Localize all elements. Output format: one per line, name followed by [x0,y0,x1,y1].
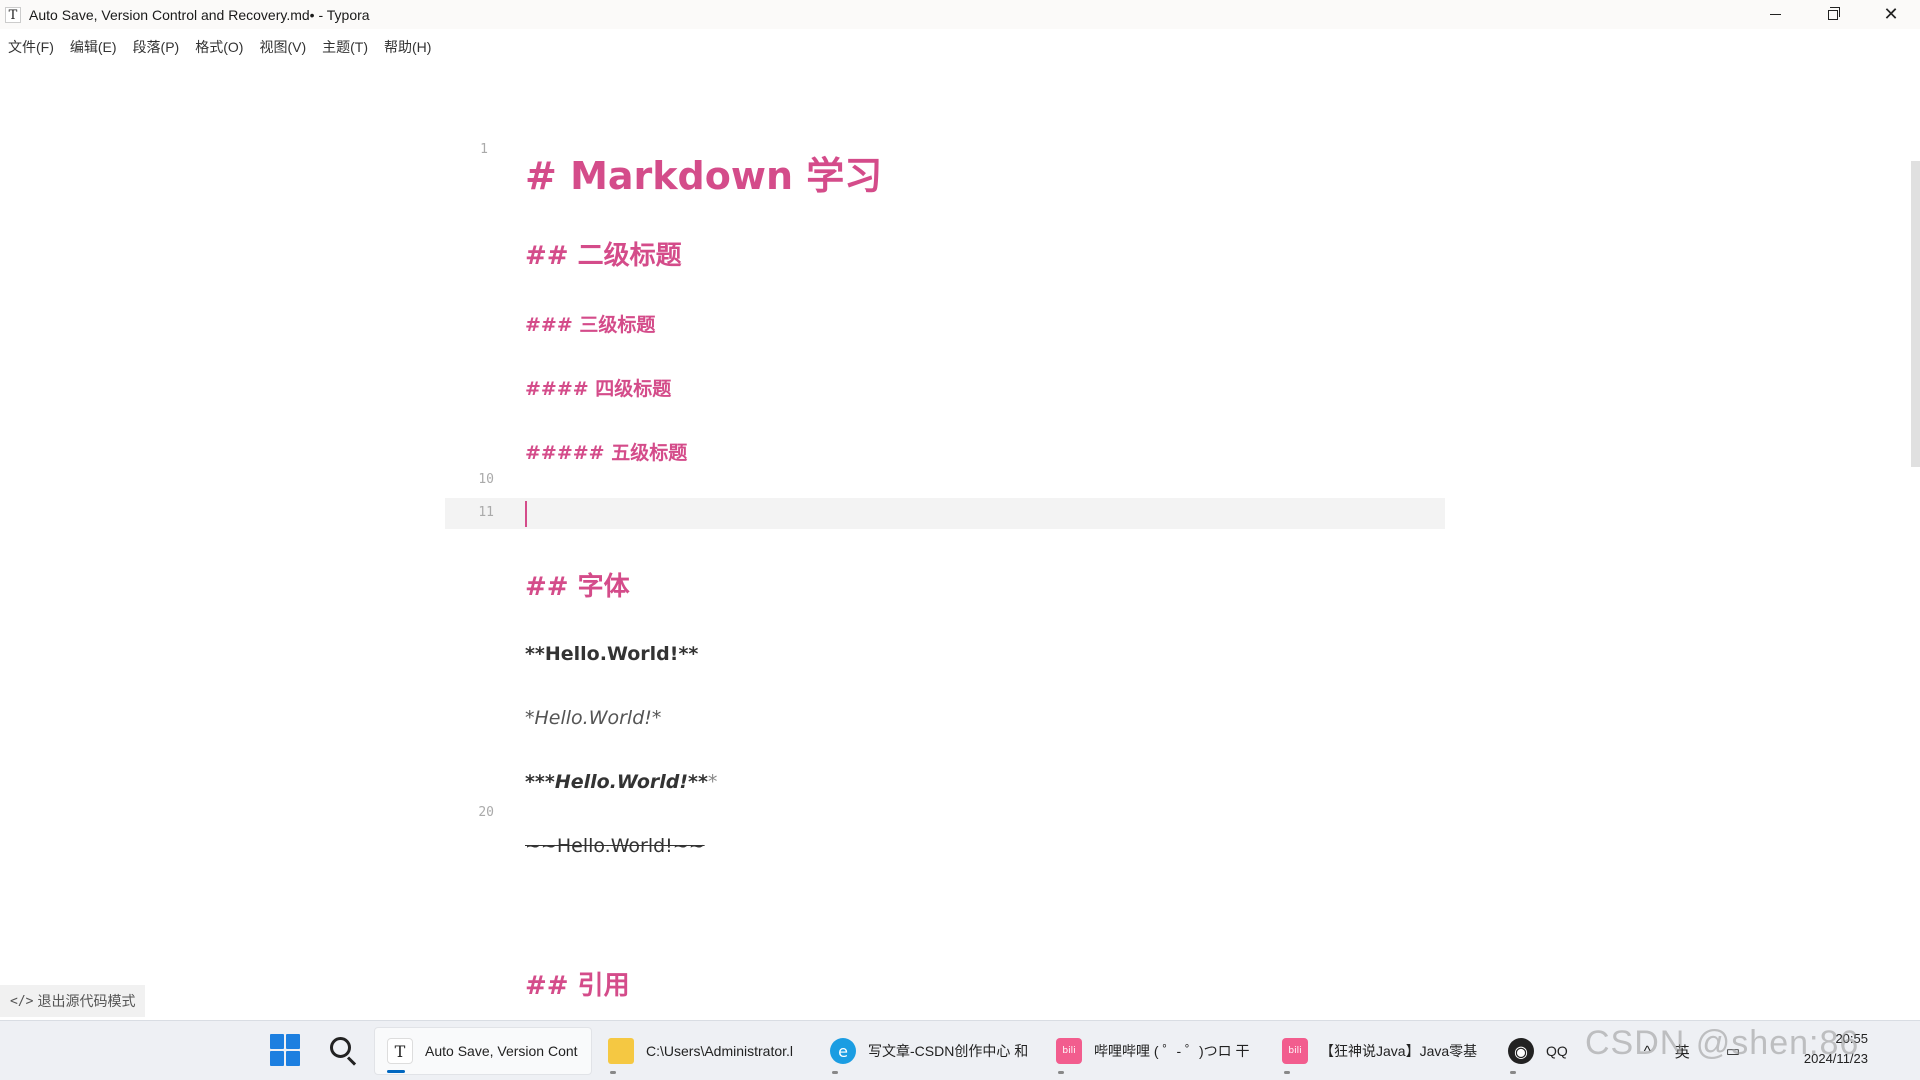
code-icon: </> [10,993,34,1009]
watermark: CSDN @shen:86 [1585,1024,1860,1062]
h3-line: ### 三级标题 [525,314,656,336]
bilibili-icon: bili [1282,1038,1308,1064]
exit-source-mode-button[interactable]: </> 退出源代码模式 [0,985,146,1017]
bold-line: **Hello.World!** [525,643,699,665]
taskbar-app-bilibili-1[interactable]: bili 哔哩哔哩 ( ゜- ゜)つロ 干 [1044,1027,1262,1075]
bold-italic-text: Hello.World! [554,771,689,793]
minimize-icon [1769,14,1781,15]
task-label: 【狂神说Java】Java零基 [1320,1043,1478,1059]
task-label: C:\Users\Administrator.l [646,1043,794,1059]
h2-line: ## 二级标题 [525,241,682,271]
bold-italic-tail: * [707,771,718,793]
line-number: 11 [478,505,494,520]
taskbar-app-bilibili-2[interactable]: bili 【狂神说Java】Java零基 [1270,1027,1488,1075]
menu-file[interactable]: 文件(F) [8,37,54,57]
minimize-button[interactable] [1746,0,1804,29]
windows-logo-icon [286,1051,300,1066]
h2-font-line: ## 字体 [525,572,630,602]
restore-button[interactable] [1804,0,1862,29]
active-indicator [387,1070,405,1073]
search-icon-handle [346,1056,357,1066]
italic-line: *Hello.World!* [525,707,662,729]
menu-edit[interactable]: 编辑(E) [70,37,117,57]
h2-quote-line: ## 引用 [525,971,630,1001]
running-indicator [1510,1071,1516,1074]
running-indicator [832,1071,838,1074]
bold-italic-prefix: *** [525,771,555,793]
line-number: 20 [478,805,494,820]
menu-view[interactable]: 视图(V) [259,37,306,57]
restore-icon [1828,6,1840,20]
vertical-scrollbar[interactable] [1908,65,1920,1020]
typora-icon: T [387,1038,413,1064]
line-number: 1 [480,142,488,157]
menu-theme[interactable]: 主题(T) [322,37,368,57]
running-indicator [1058,1071,1064,1074]
text-caret [525,501,527,527]
running-indicator [1284,1071,1290,1074]
menu-paragraph[interactable]: 段落(P) [133,37,180,57]
source-editor[interactable]: 1 10 11 20 # Markdown 学习 ## 二级标题 ### 三级标… [0,65,1908,1020]
h5-line: ##### 五级标题 [525,442,688,464]
bold-italic-suffix: ** [688,771,708,793]
taskbar-app-qq[interactable]: ◉ QQ [1496,1027,1586,1075]
task-label: 写文章-CSDN创作中心 和 [868,1043,1028,1059]
close-icon: ✕ [1883,4,1899,25]
search-icon [330,1037,351,1058]
menu-bar: 文件(F) 编辑(E) 段落(P) 格式(O) 视图(V) 主题(T) 帮助(H… [0,29,1920,65]
close-button[interactable]: ✕ [1862,0,1920,29]
exit-source-mode-label: 退出源代码模式 [37,993,136,1009]
start-button[interactable] [270,1034,302,1066]
menu-format[interactable]: 格式(O) [195,37,243,57]
windows-logo-icon [286,1034,300,1049]
edge-icon: e [830,1038,856,1064]
title-bar: T Auto Save, Version Control and Recover… [0,0,1920,29]
taskbar-app-explorer[interactable]: C:\Users\Administrator.l [596,1027,814,1075]
taskbar-app-typora[interactable]: T Auto Save, Version Cont [374,1027,592,1075]
bold-italic-line: ***Hello.World!*** [525,771,717,793]
windows-logo-icon [270,1051,284,1066]
task-label: QQ [1546,1043,1568,1059]
search-button[interactable] [327,1034,359,1066]
folder-icon [608,1038,634,1064]
qq-icon: ◉ [1508,1038,1534,1064]
window-controls: ✕ [1746,0,1920,29]
active-line-highlight [445,498,1445,529]
bilibili-icon: bili [1056,1038,1082,1064]
scrollbar-thumb[interactable] [1911,161,1920,467]
h4-line: #### 四级标题 [525,378,672,400]
strikethrough-line: ~~Hello.World!~~ [525,835,705,857]
h1-line: # Markdown 学习 [525,154,883,198]
task-label: 哔哩哔哩 ( ゜- ゜)つロ 干 [1094,1043,1250,1059]
typora-app-icon: T [5,6,21,23]
menu-help[interactable]: 帮助(H) [384,37,431,57]
window-title: Auto Save, Version Control and Recovery.… [29,6,370,23]
line-number: 10 [478,472,494,487]
taskbar-app-edge[interactable]: e 写文章-CSDN创作中心 和 [818,1027,1036,1075]
windows-logo-icon [270,1034,284,1049]
running-indicator [610,1071,616,1074]
task-label: Auto Save, Version Cont [425,1043,578,1059]
